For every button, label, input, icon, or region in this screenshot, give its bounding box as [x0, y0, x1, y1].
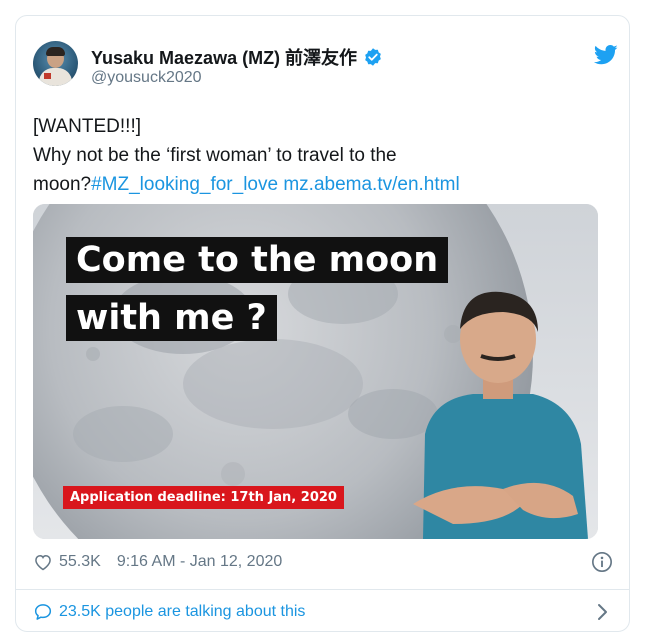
tweet-line-3-text: moon?	[33, 174, 92, 195]
tweet-media-image[interactable]: Come to the moon with me ? Application d…	[33, 204, 598, 539]
twitter-bird-icon[interactable]	[594, 45, 618, 65]
tweet-line-2: Why not be the ‘first woman’ to travel t…	[33, 145, 397, 166]
author-handle[interactable]: @yousuck2020	[91, 69, 202, 87]
avatar-hair	[46, 47, 65, 56]
chevron-right-icon[interactable]	[597, 603, 609, 621]
url-link[interactable]: mz.abema.tv/en.html	[283, 174, 459, 195]
heart-icon[interactable]	[33, 552, 53, 572]
tweet-timestamp[interactable]: 9:16 AM - Jan 12, 2020	[117, 553, 282, 571]
info-icon[interactable]	[591, 551, 613, 573]
tweet-header: Yusaku Maezawa (MZ) 前澤友作 @yousuck2020	[33, 41, 618, 91]
tweet-card: Yusaku Maezawa (MZ) 前澤友作 @yousuck2020 [W…	[15, 15, 630, 632]
media-headline-line-1: Come to the moon	[66, 237, 449, 283]
conversation-count-text[interactable]: 23.5K people are talking about this	[59, 603, 305, 621]
media-headline-line-2: with me ?	[66, 295, 277, 341]
author-name-row[interactable]: Yusaku Maezawa (MZ) 前澤友作	[91, 44, 383, 70]
hashtag-link[interactable]: #MZ_looking_for_love	[91, 174, 278, 195]
verified-badge-icon	[365, 48, 381, 66]
avatar-patch	[44, 73, 51, 79]
tweet-text: [WANTED!!!] Why not be the ‘first woman’…	[33, 112, 613, 199]
tweet-line-3: moon?#MZ_looking_for_love mz.abema.tv/en…	[33, 170, 613, 199]
author-display-name[interactable]: Yusaku Maezawa (MZ) 前澤友作	[91, 44, 357, 70]
divider	[16, 589, 629, 590]
like-count[interactable]: 55.3K	[59, 553, 101, 571]
speech-bubble-icon	[34, 604, 52, 620]
tweet-meta-row: 55.3K 9:16 AM - Jan 12, 2020	[33, 550, 613, 574]
avatar[interactable]	[33, 41, 78, 86]
media-deadline-banner: Application deadline: 17th Jan, 2020	[63, 486, 344, 509]
conversation-link[interactable]: 23.5K people are talking about this	[33, 600, 613, 624]
tweet-line-1: [WANTED!!!]	[33, 116, 142, 137]
